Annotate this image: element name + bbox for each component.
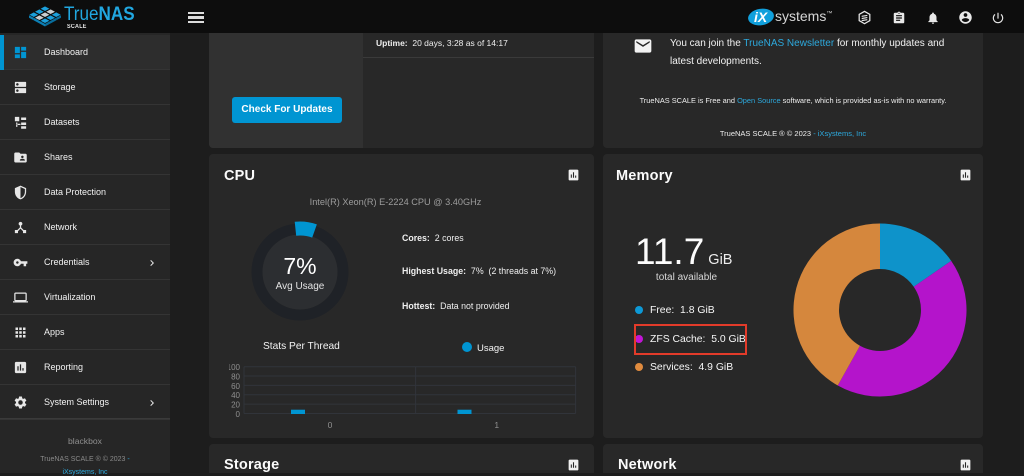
svg-text:40: 40	[231, 391, 240, 400]
svg-text:1: 1	[494, 420, 499, 430]
svg-text:60: 60	[231, 382, 240, 391]
svg-text:20: 20	[231, 401, 240, 410]
svg-text:0: 0	[236, 410, 241, 419]
svg-text:iX: iX	[754, 9, 769, 25]
svg-text:80: 80	[231, 372, 240, 381]
svg-text:0: 0	[328, 420, 333, 430]
svg-text:100: 100	[229, 363, 241, 372]
